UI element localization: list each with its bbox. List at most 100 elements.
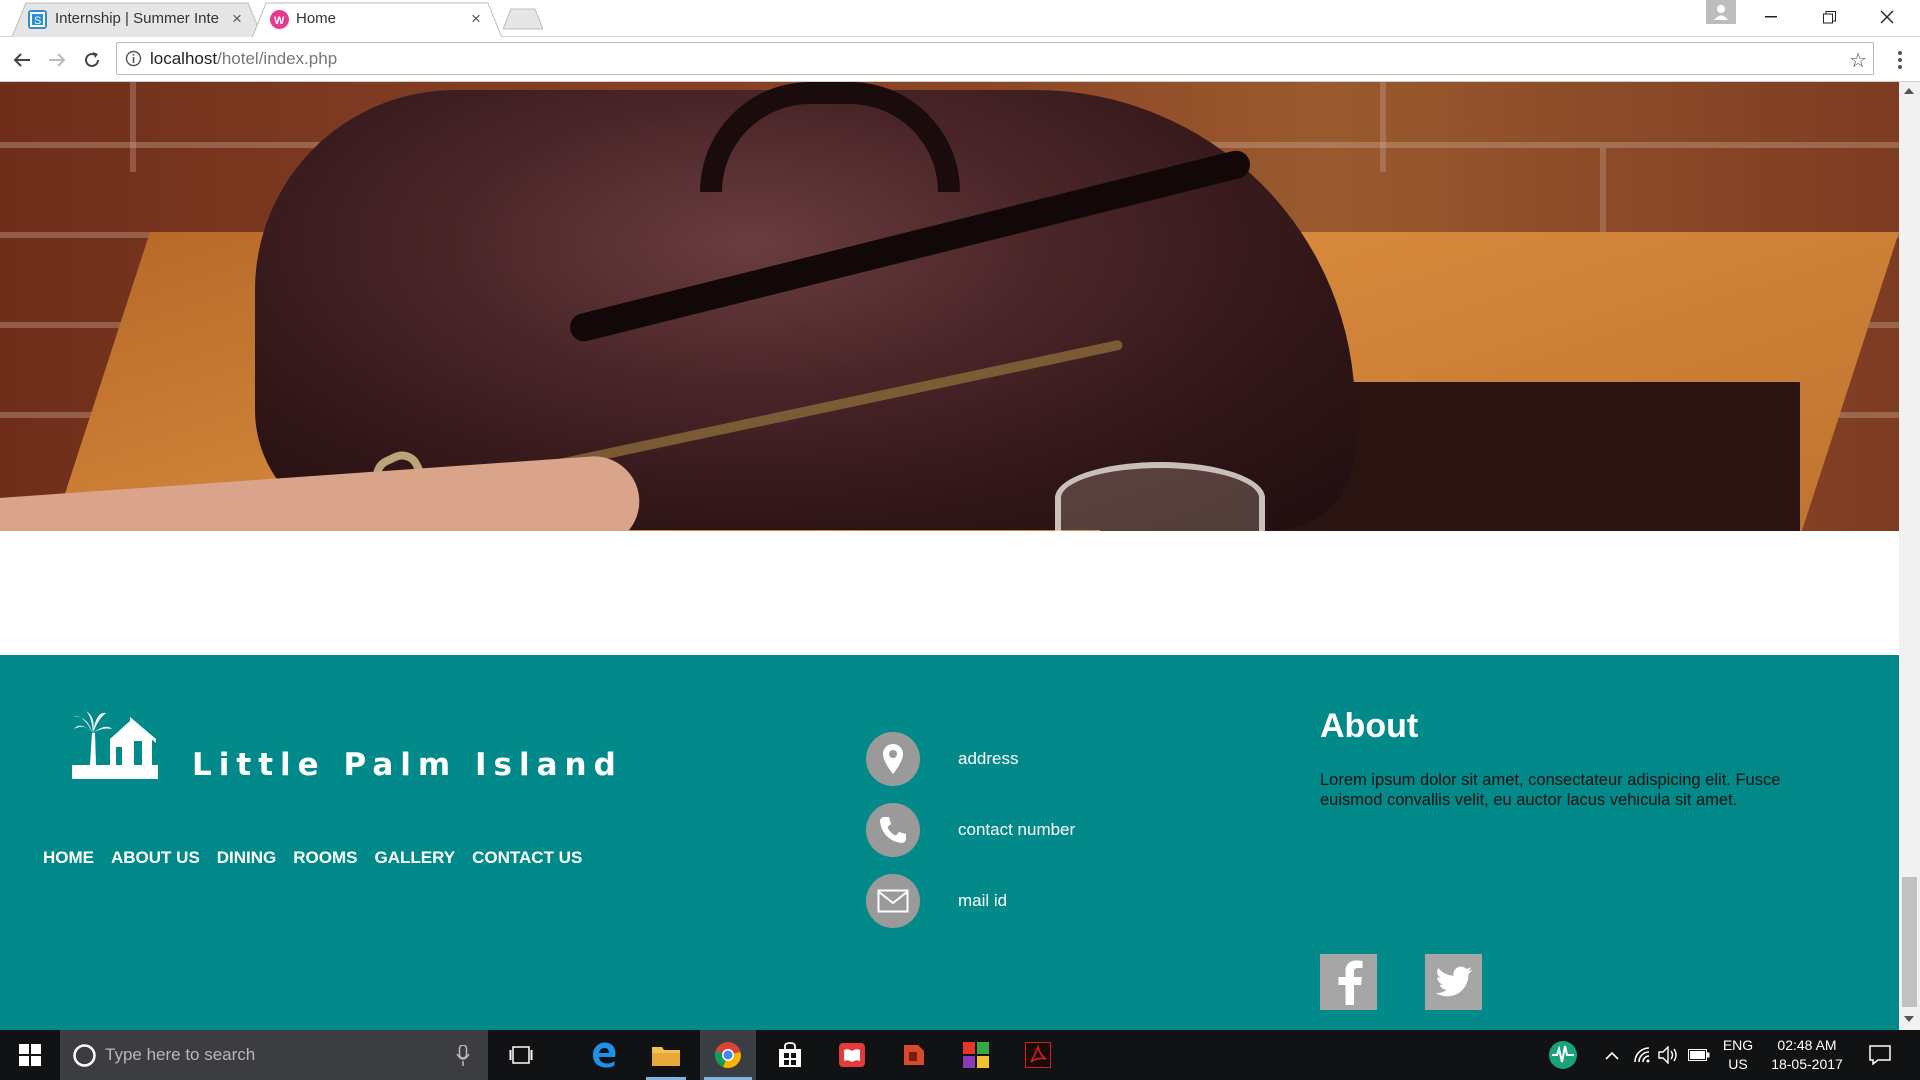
show-hidden-icons-button[interactable] — [1598, 1030, 1626, 1080]
svg-text:W: W — [274, 15, 285, 27]
store-button[interactable] — [766, 1030, 814, 1080]
nav-gallery[interactable]: GALLERY — [375, 848, 456, 868]
colorful-grid-icon — [963, 1042, 989, 1068]
hero-image-leather-bag — [0, 82, 1899, 531]
folder-icon — [652, 1047, 680, 1066]
white-spacer — [0, 531, 1899, 655]
tab-internship[interactable]: S Internship | Summer Inte × — [12, 2, 262, 37]
file-explorer-button[interactable] — [642, 1030, 690, 1080]
email-text: mail id — [958, 891, 1008, 910]
close-icon — [1880, 10, 1894, 24]
chrome-icon — [714, 1042, 741, 1068]
envelope-icon — [866, 874, 920, 928]
url-text: localhost/hotel/index.php — [150, 49, 337, 69]
battery-icon — [1688, 1049, 1710, 1061]
contact-email: mail id — [866, 874, 1007, 928]
twitter-icon — [1435, 966, 1472, 997]
tab-close-icon[interactable]: × — [471, 9, 481, 29]
browser-menu-button[interactable] — [1890, 47, 1910, 73]
task-view-button[interactable] — [496, 1030, 546, 1080]
wifi-icon — [1634, 1047, 1650, 1063]
start-button[interactable] — [0, 1030, 60, 1080]
office-app-button[interactable] — [952, 1030, 1000, 1080]
tab-title: Internship | Summer Inte — [55, 10, 219, 27]
windows-taskbar: Type here to search ENG US 02:48 AM 18-0… — [0, 1030, 1920, 1080]
bookmark-star-icon[interactable]: ☆ — [1849, 48, 1867, 73]
nav-rooms[interactable]: ROOMS — [293, 848, 357, 868]
search-placeholder: Type here to search — [105, 1045, 256, 1064]
map-pin-icon — [866, 732, 920, 786]
about-text: Lorem ipsum dolor sit amet, consectateur… — [1320, 771, 1781, 809]
edge-icon — [593, 1042, 616, 1068]
page-viewport: Little Palm Island HOME ABOUT US DINING … — [0, 82, 1899, 1030]
nav-about-us[interactable]: ABOUT US — [111, 848, 200, 868]
person-icon — [1714, 5, 1728, 20]
tab-shape — [252, 2, 502, 38]
clock-date: 18-05-2017 — [1771, 1056, 1843, 1072]
chevron-up-icon — [1605, 1051, 1619, 1060]
reload-button[interactable] — [79, 47, 105, 73]
footer-nav: HOME ABOUT US DINING ROOMS GALLERY CONTA… — [43, 848, 582, 868]
windows-logo-icon — [19, 1044, 41, 1066]
taskbar-search-box[interactable]: Type here to search — [60, 1030, 488, 1080]
brand-name[interactable]: Little Palm Island — [192, 747, 623, 783]
heartbeat-icon — [1549, 1041, 1577, 1069]
chrome-button[interactable] — [700, 1030, 756, 1080]
language-indicator[interactable]: ENG US — [1718, 1036, 1758, 1074]
new-tab-button[interactable] — [503, 8, 543, 30]
about-heading: About — [1320, 707, 1419, 745]
volume-button[interactable] — [1656, 1030, 1682, 1080]
forward-button[interactable] — [44, 47, 70, 73]
scrollbar-thumb[interactable] — [1902, 877, 1917, 1007]
restore-icon — [1822, 10, 1836, 23]
url-host: localhost — [150, 49, 218, 68]
notification-icon — [1869, 1045, 1891, 1065]
facebook-icon — [1338, 960, 1362, 1005]
svg-text:S: S — [34, 15, 41, 27]
nav-dining[interactable]: DINING — [217, 848, 277, 868]
internshala-favicon-icon: S — [28, 10, 47, 29]
facebook-button[interactable] — [1320, 954, 1377, 1010]
action-center-button[interactable] — [1862, 1030, 1898, 1080]
acrobat-button[interactable] — [1014, 1030, 1062, 1080]
pdf-icon — [1025, 1042, 1051, 1068]
page-scrollbar[interactable] — [1899, 82, 1920, 1030]
activity-monitor-tray-button[interactable] — [1540, 1030, 1586, 1080]
clock[interactable]: 02:48 AM 18-05-2017 — [1764, 1036, 1850, 1074]
info-icon[interactable] — [125, 50, 142, 67]
microphone-icon[interactable] — [456, 1045, 470, 1067]
reader-app-button[interactable] — [828, 1030, 876, 1080]
profile-button[interactable] — [1706, 0, 1736, 24]
network-button[interactable] — [1630, 1030, 1654, 1080]
nav-home[interactable]: HOME — [43, 848, 94, 868]
keyboard-region: US — [1728, 1056, 1748, 1072]
minimize-button[interactable] — [1742, 0, 1800, 34]
address-bar[interactable]: localhost/hotel/index.php ☆ — [116, 42, 1874, 75]
tab-home[interactable]: W Home × — [252, 2, 502, 38]
palm-island-logo-icon[interactable] — [72, 707, 158, 784]
address-text: address — [958, 749, 1019, 768]
restore-button[interactable] — [1800, 0, 1858, 34]
contact-phone: contact number — [866, 803, 1075, 857]
language-code: ENG — [1722, 1037, 1754, 1053]
phone-icon — [866, 803, 920, 857]
speaker-icon — [1658, 1046, 1677, 1064]
scroll-down-arrow-icon[interactable] — [1904, 1016, 1914, 1022]
site-favicon-icon: W — [270, 10, 289, 29]
nav-contact-us[interactable]: CONTACT US — [472, 848, 582, 868]
reload-icon — [85, 52, 99, 67]
phone-text: contact number — [958, 820, 1076, 839]
battery-button[interactable] — [1684, 1030, 1714, 1080]
twitter-button[interactable] — [1425, 954, 1482, 1010]
red-app-button[interactable] — [890, 1030, 938, 1080]
tab-close-icon[interactable]: × — [232, 9, 242, 29]
scroll-up-arrow-icon[interactable] — [1904, 88, 1914, 94]
edge-button[interactable] — [580, 1030, 628, 1080]
back-button[interactable] — [9, 47, 35, 73]
store-bag-icon — [779, 1042, 801, 1067]
back-arrow-icon — [13, 53, 30, 67]
clock-time: 02:48 AM — [1777, 1037, 1837, 1053]
task-view-icon — [509, 1046, 533, 1064]
close-window-button[interactable] — [1858, 0, 1916, 34]
tab-title: Home — [296, 10, 337, 27]
